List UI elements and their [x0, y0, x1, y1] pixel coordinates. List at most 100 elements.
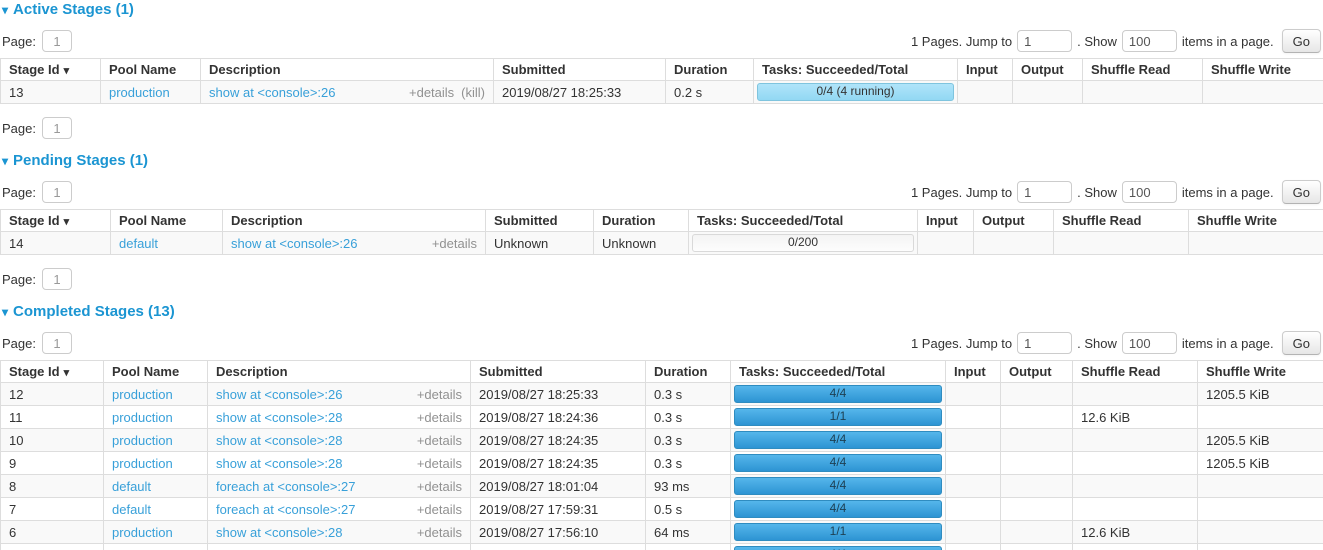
col-input[interactable]: Input — [958, 59, 1013, 81]
col-shuffle-write[interactable]: Shuffle Write — [1198, 361, 1323, 383]
col-output[interactable]: Output — [974, 210, 1054, 232]
show-items-input[interactable] — [1122, 332, 1177, 354]
cell-submitted: 2019/08/27 18:25:33 — [471, 383, 646, 406]
col-shuffle-read[interactable]: Shuffle Read — [1054, 210, 1189, 232]
col-stage-id[interactable]: Stage Id▾ — [1, 59, 101, 81]
jump-to-input[interactable] — [1017, 332, 1072, 354]
pool-name-link[interactable]: production — [109, 85, 170, 100]
pool-name-link[interactable]: production — [112, 525, 173, 540]
active-stages-title[interactable]: ▾ Active Stages (1) — [2, 1, 1323, 18]
pool-name-link[interactable]: default — [112, 479, 151, 494]
stage-row: 8 default foreach at <console>:27 +detai… — [1, 475, 1323, 498]
pool-name-link[interactable]: default — [119, 236, 158, 251]
kill-link[interactable]: (kill) — [461, 85, 485, 100]
description-link[interactable]: show at <console>:26 — [231, 236, 425, 251]
description-link[interactable]: show at <console>:28 — [216, 410, 410, 425]
col-output[interactable]: Output — [1001, 361, 1073, 383]
col-pool-name[interactable]: Pool Name — [111, 210, 223, 232]
col-submitted[interactable]: Submitted — [494, 59, 666, 81]
cell-stage-id: 8 — [1, 475, 104, 498]
col-output[interactable]: Output — [1013, 59, 1083, 81]
col-pool-name[interactable]: Pool Name — [104, 361, 208, 383]
cell-output — [1001, 521, 1073, 544]
col-shuffle-write[interactable]: Shuffle Write — [1189, 210, 1323, 232]
jump-to-input[interactable] — [1017, 30, 1072, 52]
description-link[interactable]: foreach at <console>:27 — [216, 502, 410, 517]
col-stage-id[interactable]: Stage Id▾ — [1, 210, 111, 232]
col-pool-name[interactable]: Pool Name — [101, 59, 201, 81]
details-toggle[interactable]: +details — [417, 479, 462, 494]
col-input[interactable]: Input — [918, 210, 974, 232]
col-duration[interactable]: Duration — [666, 59, 754, 81]
description-link[interactable]: show at <console>:28 — [216, 433, 410, 448]
col-input[interactable]: Input — [946, 361, 1001, 383]
go-button[interactable]: Go — [1282, 29, 1321, 53]
details-toggle[interactable]: +details — [417, 525, 462, 540]
details-toggle[interactable]: +details — [417, 502, 462, 517]
col-tasks[interactable]: Tasks: Succeeded/Total — [754, 59, 958, 81]
go-button[interactable]: Go — [1282, 180, 1321, 204]
cell-duration: 64 ms — [646, 521, 731, 544]
col-description[interactable]: Description — [223, 210, 486, 232]
spark-stages-page: ▾ Active Stages (1) Page: 1 Pages. Jump … — [0, 0, 1323, 550]
col-description[interactable]: Description — [208, 361, 471, 383]
pool-name-link[interactable]: production — [112, 456, 173, 471]
cell-description: show at <console>:28 +details — [208, 429, 471, 452]
task-progress-bar: 4/4 — [734, 546, 942, 550]
col-submitted[interactable]: Submitted — [486, 210, 594, 232]
cell-pool-name: production — [104, 406, 208, 429]
cell-tasks: 4/4 — [731, 452, 946, 475]
col-description[interactable]: Description — [201, 59, 494, 81]
cell-shuffle-write — [1189, 232, 1323, 255]
page-input[interactable] — [42, 117, 72, 139]
details-toggle[interactable]: +details — [417, 433, 462, 448]
stage-row: 14 default show at <console>:26 +details… — [1, 232, 1323, 255]
page-label: Page: — [2, 121, 36, 136]
page-input[interactable] — [42, 268, 72, 290]
col-duration[interactable]: Duration — [646, 361, 731, 383]
details-toggle[interactable]: +details — [417, 387, 462, 402]
page-input[interactable] — [42, 332, 72, 354]
description-link[interactable]: show at <console>:26 — [209, 85, 402, 100]
col-duration[interactable]: Duration — [594, 210, 689, 232]
description-link[interactable]: foreach at <console>:27 — [216, 479, 410, 494]
stage-row: 10 production show at <console>:28 +deta… — [1, 429, 1323, 452]
col-submitted[interactable]: Submitted — [471, 361, 646, 383]
details-toggle[interactable]: +details — [417, 456, 462, 471]
details-toggle[interactable]: +details — [417, 410, 462, 425]
cell-input — [958, 81, 1013, 104]
show-items-input[interactable] — [1122, 181, 1177, 203]
pool-name-link[interactable]: production — [112, 387, 173, 402]
col-tasks[interactable]: Tasks: Succeeded/Total — [731, 361, 946, 383]
stage-row: 12 production show at <console>:26 +deta… — [1, 383, 1323, 406]
col-stage-id[interactable]: Stage Id▾ — [1, 361, 104, 383]
cell-description: foreach at <console>:27 +details — [208, 498, 471, 521]
pool-name-link[interactable]: production — [112, 410, 173, 425]
page-input[interactable] — [42, 30, 72, 52]
col-shuffle-read[interactable]: Shuffle Read — [1083, 59, 1203, 81]
go-button[interactable]: Go — [1282, 331, 1321, 355]
pool-name-link[interactable]: production — [112, 433, 173, 448]
cell-output — [1013, 81, 1083, 104]
description-link[interactable]: show at <console>:28 — [216, 456, 410, 471]
col-tasks[interactable]: Tasks: Succeeded/Total — [689, 210, 918, 232]
description-link[interactable]: show at <console>:28 — [216, 525, 410, 540]
description-link[interactable]: show at <console>:26 — [216, 387, 410, 402]
cell-duration: 0.5 s — [646, 498, 731, 521]
show-items-input[interactable] — [1122, 30, 1177, 52]
jump-to-input[interactable] — [1017, 181, 1072, 203]
stage-row: 5 production show at <console>:28 +detai… — [1, 544, 1323, 550]
pending-stages-title[interactable]: ▾ Pending Stages (1) — [2, 152, 1323, 169]
pool-name-link[interactable]: default — [112, 502, 151, 517]
col-shuffle-read[interactable]: Shuffle Read — [1073, 361, 1198, 383]
cell-shuffle-write: 1205.5 KiB — [1198, 429, 1323, 452]
cell-tasks: 4/4 — [731, 383, 946, 406]
stage-row: 6 production show at <console>:28 +detai… — [1, 521, 1323, 544]
jump-controls: 1 Pages. Jump to . Show items in a page.… — [911, 29, 1321, 53]
items-label: items in a page. — [1182, 336, 1274, 351]
completed-stages-title[interactable]: ▾ Completed Stages (13) — [2, 303, 1323, 320]
details-toggle[interactable]: +details — [409, 85, 454, 100]
col-shuffle-write[interactable]: Shuffle Write — [1203, 59, 1323, 81]
details-toggle[interactable]: +details — [432, 236, 477, 251]
page-input[interactable] — [42, 181, 72, 203]
